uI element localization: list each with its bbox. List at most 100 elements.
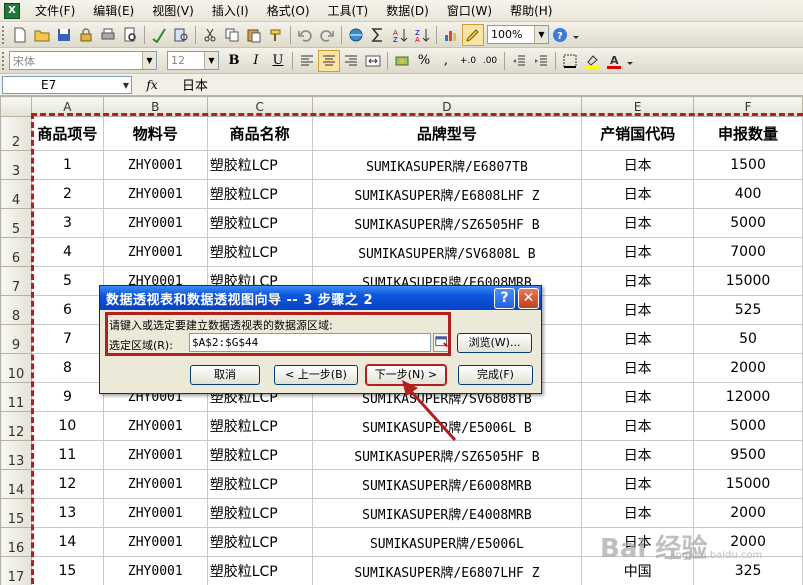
menu-file[interactable]: 文件(F) (26, 1, 84, 21)
table-cell[interactable]: 塑胶粒LCP (206, 411, 313, 441)
range-input[interactable]: $A$2:$G$44 (189, 333, 431, 352)
autosum-icon[interactable] (367, 24, 389, 46)
align-left-icon[interactable] (296, 50, 318, 72)
back-button[interactable]: < 上一步(B) (274, 365, 358, 385)
underline-button[interactable]: U (267, 50, 289, 72)
formula-input[interactable]: 日本 (172, 75, 208, 94)
row-header[interactable]: 15 (0, 498, 32, 528)
table-cell[interactable]: SUMIKASUPER牌/E6807LHF Z (311, 556, 583, 585)
font-color-icon[interactable]: A (603, 50, 625, 72)
table-cell[interactable]: 日本 (581, 353, 695, 383)
table-cell[interactable]: ZHY0001 (102, 469, 208, 499)
table-cell[interactable]: SUMIKASUPER牌/E6807TB (311, 150, 583, 180)
table-cell[interactable]: 5 (30, 266, 104, 296)
table-cell[interactable]: 7 (30, 324, 104, 354)
cancel-button[interactable]: 取消 (190, 365, 260, 385)
table-cell[interactable]: 2 (30, 179, 104, 209)
finish-button[interactable]: 完成(F) (458, 365, 533, 385)
table-cell[interactable]: 日本 (581, 295, 695, 325)
table-cell[interactable]: 3 (30, 208, 104, 238)
table-cell[interactable]: ZHY0001 (102, 150, 208, 180)
table-cell[interactable]: 1 (30, 150, 104, 180)
sort-ascending-icon[interactable]: AZ (389, 24, 411, 46)
column-header[interactable]: E (581, 96, 695, 117)
help-icon[interactable]: ? (549, 24, 571, 46)
print-preview-icon[interactable] (119, 24, 141, 46)
menu-help[interactable]: 帮助(H) (501, 1, 561, 21)
table-cell[interactable]: 日本 (581, 266, 695, 296)
insert-function-icon[interactable]: fx (132, 78, 172, 92)
table-cell[interactable]: 2000 (693, 498, 803, 528)
row-header[interactable]: 9 (0, 324, 32, 354)
comma-style-button[interactable]: , (435, 50, 457, 72)
table-cell[interactable]: 塑胶粒LCP (206, 208, 313, 238)
open-folder-icon[interactable] (31, 24, 53, 46)
table-cell[interactable]: 日本 (581, 498, 695, 528)
chevron-down-icon[interactable]: ▼ (204, 52, 218, 69)
toolbar-options-icon[interactable] (625, 50, 635, 72)
table-cell[interactable]: 8 (30, 353, 104, 383)
table-cell[interactable]: 日本 (581, 527, 695, 557)
table-cell[interactable]: SUMIKASUPER牌/SZ6505HF B (311, 208, 583, 238)
browse-button[interactable]: 浏览(W)... (457, 333, 532, 353)
align-right-icon[interactable] (340, 50, 362, 72)
table-cell[interactable]: 14 (30, 527, 104, 557)
table-cell[interactable]: ZHY0001 (102, 237, 208, 267)
table-cell[interactable]: 日本 (581, 469, 695, 499)
row-header[interactable]: 11 (0, 382, 32, 412)
row-header[interactable]: 10 (0, 353, 32, 383)
table-cell[interactable]: 塑胶粒LCP (206, 237, 313, 267)
table-cell[interactable]: 1500 (693, 150, 803, 180)
table-cell[interactable]: SUMIKASUPER牌/SV6808L B (311, 237, 583, 267)
dialog-titlebar[interactable]: 数据透视表和数据透视图向导 -- 3 步骤之 2 ? ✕ (100, 286, 541, 310)
bold-button[interactable]: B (223, 50, 245, 72)
table-cell[interactable]: 日本 (581, 208, 695, 238)
table-cell[interactable]: 15000 (693, 266, 803, 296)
table-cell[interactable]: 9500 (693, 440, 803, 470)
table-cell[interactable]: 6 (30, 295, 104, 325)
new-file-icon[interactable] (9, 24, 31, 46)
increase-indent-icon[interactable] (530, 50, 552, 72)
table-cell[interactable]: SUMIKASUPER牌/E6808LHF Z (311, 179, 583, 209)
row-header[interactable]: 3 (0, 150, 32, 180)
increase-decimal-button[interactable]: +.0 (457, 50, 479, 72)
toolbar-options-icon[interactable] (571, 24, 581, 46)
research-icon[interactable] (170, 24, 192, 46)
undo-icon[interactable] (294, 24, 316, 46)
table-cell[interactable]: 15 (30, 556, 104, 585)
merge-center-icon[interactable] (362, 50, 384, 72)
column-header[interactable]: A (30, 96, 104, 117)
chevron-down-icon[interactable]: ▼ (142, 52, 156, 69)
zoom-select[interactable]: 100% ▼ (487, 25, 549, 44)
table-cell[interactable]: 日本 (581, 150, 695, 180)
column-header[interactable]: D (311, 96, 583, 117)
hyperlink-icon[interactable] (345, 24, 367, 46)
align-center-icon[interactable] (318, 49, 340, 72)
row-header[interactable]: 12 (0, 411, 32, 441)
decrease-decimal-button[interactable]: .00 (479, 50, 501, 72)
italic-button[interactable]: I (245, 50, 267, 72)
table-cell[interactable]: 塑胶粒LCP (206, 556, 313, 585)
table-cell[interactable]: 塑胶粒LCP (206, 469, 313, 499)
row-header[interactable]: 5 (0, 208, 32, 238)
copy-icon[interactable] (221, 24, 243, 46)
row-header[interactable]: 13 (0, 440, 32, 470)
name-box[interactable]: E7 ▼ (2, 75, 132, 94)
font-size-select[interactable]: 12 ▼ (167, 51, 219, 70)
drawing-icon[interactable] (462, 23, 484, 46)
table-cell[interactable]: 中国 (581, 556, 695, 585)
table-cell[interactable]: SUMIKASUPER牌/E5006L (311, 527, 583, 557)
table-cell[interactable]: 2000 (693, 353, 803, 383)
table-cell[interactable]: 日本 (581, 440, 695, 470)
spelling-icon[interactable] (148, 24, 170, 46)
table-cell[interactable]: SUMIKASUPER牌/E6008MRB (311, 469, 583, 499)
table-cell[interactable]: 日本 (581, 179, 695, 209)
header-cell[interactable]: 商品项号 (30, 116, 104, 151)
header-cell[interactable]: 商品名称 (206, 116, 313, 151)
borders-icon[interactable] (559, 50, 581, 72)
table-cell[interactable]: 15000 (693, 469, 803, 499)
format-painter-icon[interactable] (265, 24, 287, 46)
percent-style-button[interactable]: % (413, 50, 435, 72)
menu-insert[interactable]: 插入(I) (203, 1, 258, 21)
table-cell[interactable]: ZHY0001 (102, 208, 208, 238)
